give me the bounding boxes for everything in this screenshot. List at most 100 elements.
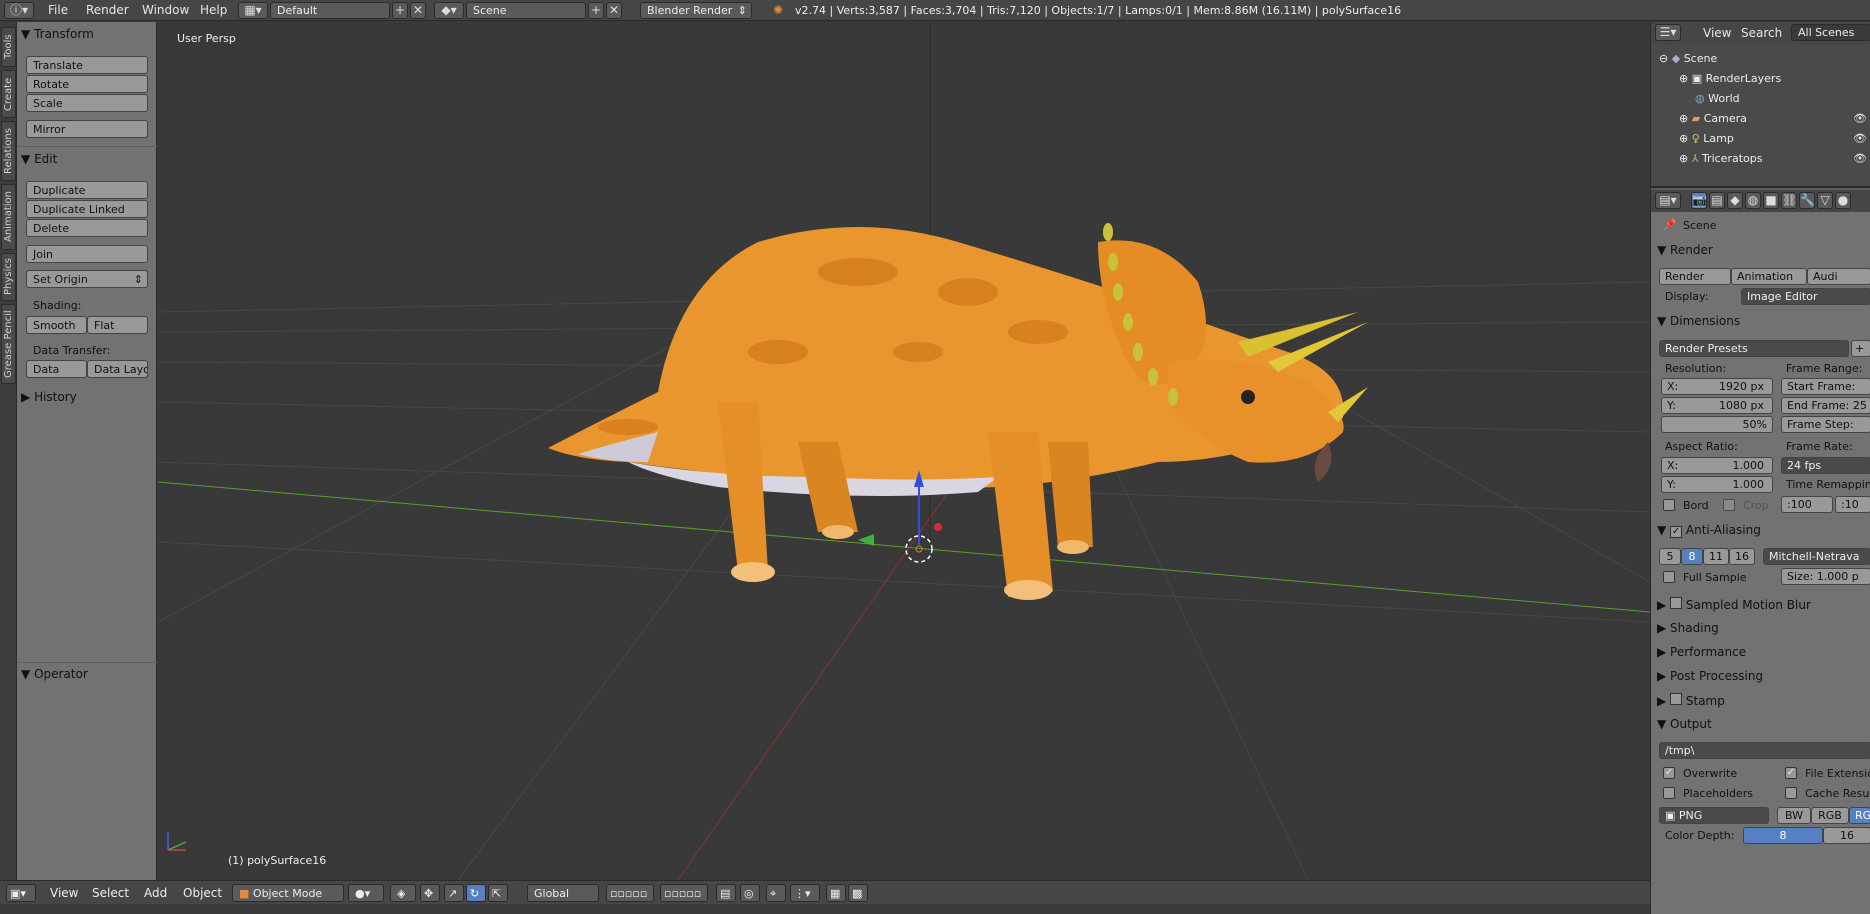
flat-button[interactable]: Flat xyxy=(87,316,148,334)
editor-type-3d-icon[interactable]: ▣▾ xyxy=(6,884,36,902)
mirror-button[interactable]: Mirror xyxy=(26,120,148,138)
shading-panel-header[interactable]: ▶ Shading xyxy=(1657,621,1719,635)
tree-item-scene[interactable]: ⊖ ◆ Scene xyxy=(1659,52,1717,65)
constraints-context-icon[interactable]: ⛓ xyxy=(1781,192,1797,209)
stamp-panel-header[interactable]: ▶ Stamp xyxy=(1657,693,1725,708)
aa-filter-select[interactable]: Mitchell-Netrava xyxy=(1763,548,1870,565)
display-mode-select[interactable]: All Scenes xyxy=(1791,24,1870,41)
aa-size-field[interactable]: Size: 1.000 p xyxy=(1781,568,1870,585)
tab-physics[interactable]: Physics xyxy=(1,253,16,301)
stamp-checkbox[interactable] xyxy=(1670,693,1683,705)
snap-element-select[interactable]: ⋮▾ xyxy=(790,884,820,902)
duplicate-linked-button[interactable]: Duplicate Linked xyxy=(26,200,148,218)
file-format-select[interactable]: ▣ PNG xyxy=(1659,807,1769,824)
resolution-y-field[interactable]: Y: 1080 px xyxy=(1661,397,1773,414)
menu-select[interactable]: Select xyxy=(92,886,129,900)
start-frame-field[interactable]: Start Frame: xyxy=(1781,378,1870,395)
border-checkbox[interactable] xyxy=(1663,499,1675,511)
outliner-view-menu[interactable]: View xyxy=(1703,26,1731,40)
translate-button[interactable]: Translate xyxy=(26,56,148,74)
crop-checkbox[interactable] xyxy=(1723,499,1735,511)
aa-samples-5[interactable]: 5 xyxy=(1659,548,1681,565)
time-remap-old-field[interactable]: :100 xyxy=(1781,496,1833,513)
tree-item-lamp[interactable]: ⊕ ♀ Lamp xyxy=(1679,132,1734,145)
tab-grease-pencil[interactable]: Grease Pencil xyxy=(1,304,16,384)
visibility-eye-icon[interactable]: 👁 xyxy=(1853,112,1867,125)
menu-window[interactable]: Window xyxy=(142,3,189,17)
motion-blur-checkbox[interactable] xyxy=(1670,597,1683,609)
material-context-icon[interactable]: ● xyxy=(1835,192,1851,209)
manipulator-toggle-icon[interactable]: ✥ xyxy=(420,884,440,902)
file-extensions-checkbox[interactable]: ✓ xyxy=(1785,767,1797,779)
time-remap-new-field[interactable]: :10 xyxy=(1835,496,1870,513)
tree-item-renderlayers[interactable]: ⊕ ▣ RenderLayers xyxy=(1679,72,1781,85)
menu-object[interactable]: Object xyxy=(183,886,222,900)
color-rgba-button[interactable]: RG xyxy=(1849,807,1870,824)
frame-rate-select[interactable]: 24 fps xyxy=(1781,457,1870,474)
layers-context-icon[interactable]: ▤ xyxy=(1709,192,1725,209)
snap-icon[interactable]: ⌖ xyxy=(766,884,786,902)
dimensions-panel-header[interactable]: ▼ Dimensions xyxy=(1657,314,1740,328)
world-context-icon[interactable]: ◍ xyxy=(1745,192,1761,209)
duplicate-button[interactable]: Duplicate xyxy=(26,181,148,199)
visibility-eye-icon[interactable]: 👁 xyxy=(1853,132,1867,145)
aspect-y-field[interactable]: Y: 1.000 xyxy=(1661,476,1773,493)
x-arrow-head-icon[interactable] xyxy=(858,534,874,546)
y-arrow-head-icon[interactable] xyxy=(934,523,942,531)
scale-manipulator-icon[interactable]: ⇱ xyxy=(488,884,508,902)
menu-help[interactable]: Help xyxy=(200,3,227,17)
scene-icon[interactable]: ◆▾ xyxy=(434,2,464,19)
placeholders-checkbox[interactable] xyxy=(1663,787,1675,799)
data-button[interactable]: Data xyxy=(26,360,87,378)
menu-add[interactable]: Add xyxy=(144,886,167,900)
resolution-x-field[interactable]: X: 1920 px xyxy=(1661,378,1773,395)
pivot-point-select[interactable]: ◈ xyxy=(390,884,416,902)
tree-item-world[interactable]: ◍ World xyxy=(1695,92,1740,105)
layers-block-1[interactable]: ▫▫▫▫▫ xyxy=(606,884,654,902)
aa-samples-8[interactable]: 8 xyxy=(1681,548,1703,565)
aa-samples-11[interactable]: 11 xyxy=(1703,548,1729,565)
outliner-search-menu[interactable]: Search xyxy=(1741,26,1782,40)
remove-layout-icon[interactable]: ✕ xyxy=(410,2,426,19)
data-layout-button[interactable]: Data Layo xyxy=(87,360,148,378)
menu-file[interactable]: File xyxy=(48,3,68,17)
data-context-icon[interactable]: ▽ xyxy=(1817,192,1833,209)
anti-aliasing-panel-header[interactable]: ▼ ✓ Anti-Aliasing xyxy=(1657,523,1761,538)
add-scene-icon[interactable]: + xyxy=(588,2,604,19)
output-path-field[interactable]: /tmp\ xyxy=(1659,742,1870,759)
tab-tools[interactable]: Tools xyxy=(1,27,16,67)
triceratops-model[interactable] xyxy=(548,223,1368,600)
smooth-button[interactable]: Smooth xyxy=(26,316,87,334)
color-depth-8-button[interactable]: 8 xyxy=(1743,827,1823,844)
rotate-button[interactable]: Rotate xyxy=(26,75,148,93)
shading-mode-select[interactable]: ●▾ xyxy=(348,884,384,902)
layers-block-2[interactable]: ▫▫▫▫▫ xyxy=(660,884,708,902)
editor-type-info-icon[interactable]: ⓘ▾ xyxy=(4,2,34,19)
visibility-eye-icon[interactable]: 👁 xyxy=(1853,152,1867,165)
aa-enable-checkbox[interactable]: ✓ xyxy=(1670,526,1683,538)
scale-button[interactable]: Scale xyxy=(26,94,148,112)
tab-animation[interactable]: Animation xyxy=(1,184,16,250)
audio-button[interactable]: Audi xyxy=(1807,268,1870,285)
render-presets-select[interactable]: Render Presets xyxy=(1659,340,1849,357)
tab-create[interactable]: Create xyxy=(1,70,16,118)
post-processing-panel-header[interactable]: ▶ Post Processing xyxy=(1657,669,1763,683)
end-frame-field[interactable]: End Frame: 25 xyxy=(1781,397,1870,414)
outliner[interactable]: ☰▾ View Search All Scenes ⊖ ◆ Scene ⊕ ▣ … xyxy=(1651,22,1870,188)
tree-item-camera[interactable]: ⊕ ▰ Camera xyxy=(1679,112,1747,125)
render-panel-header[interactable]: ▼ Render xyxy=(1657,243,1713,257)
motion-blur-panel-header[interactable]: ▶ Sampled Motion Blur xyxy=(1657,597,1811,612)
modifiers-context-icon[interactable]: 🔧 xyxy=(1799,192,1815,209)
scene-context-icon[interactable]: ◆ xyxy=(1727,192,1743,209)
object-context-icon[interactable]: ■ xyxy=(1763,192,1779,209)
render-image-icon[interactable]: ▦ xyxy=(826,884,846,902)
menu-view[interactable]: View xyxy=(50,886,78,900)
tree-item-triceratops[interactable]: ⊕ ⅄ Triceratops xyxy=(1679,152,1762,165)
proportional-edit-icon[interactable]: ◎ xyxy=(740,884,760,902)
color-rgb-button[interactable]: RGB xyxy=(1811,807,1849,824)
overwrite-checkbox[interactable]: ✓ xyxy=(1663,767,1675,779)
mode-select[interactable]: ■ Object Mode xyxy=(232,884,344,902)
color-bw-button[interactable]: BW xyxy=(1777,807,1811,824)
display-select[interactable]: Image Editor xyxy=(1741,288,1870,305)
translate-manipulator-icon[interactable]: ↗ xyxy=(444,884,464,902)
